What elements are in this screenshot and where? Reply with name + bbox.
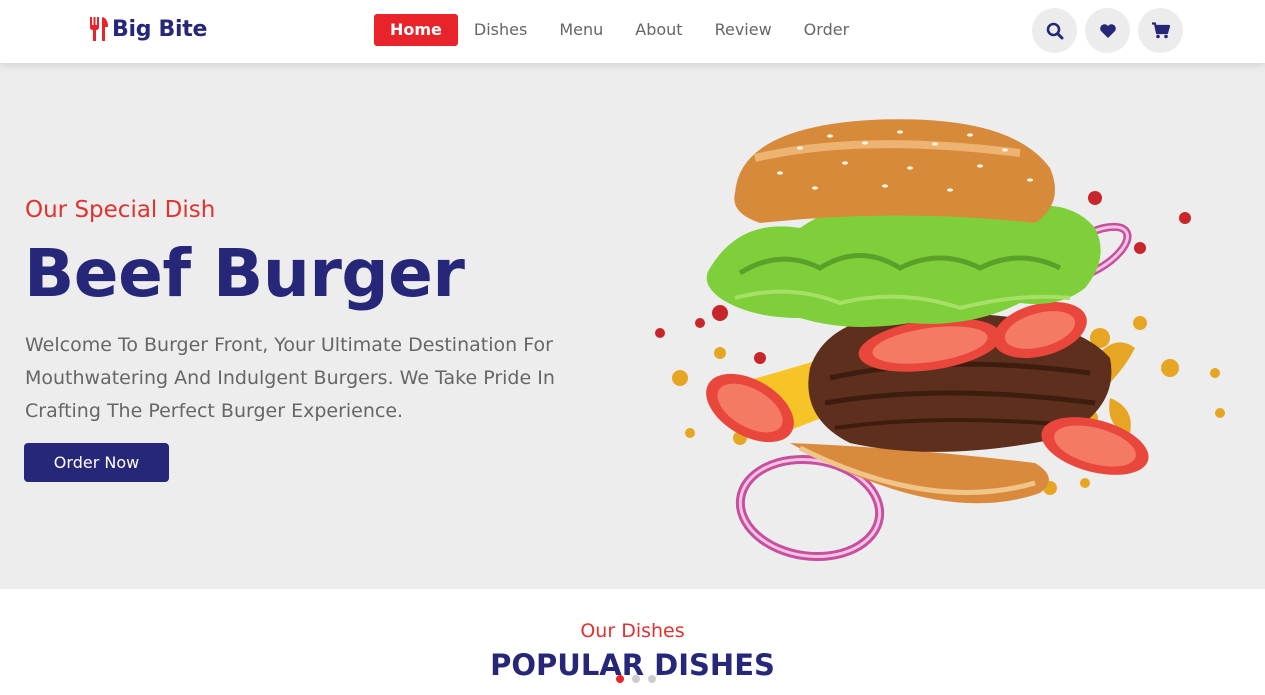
slider-dot[interactable] (616, 675, 624, 683)
slider-dot[interactable] (632, 675, 640, 683)
nav-about[interactable]: About (619, 14, 698, 46)
cart-button[interactable] (1138, 8, 1183, 53)
wishlist-button[interactable] (1085, 8, 1130, 53)
nav-order[interactable]: Order (788, 14, 865, 46)
nav-dishes[interactable]: Dishes (458, 14, 543, 46)
slider-dot[interactable] (648, 675, 656, 683)
main-nav: Home Dishes Menu About Review Order (374, 14, 865, 46)
slider-dots (616, 675, 656, 683)
hero-subtitle: Our Special Dish (25, 197, 216, 223)
nav-menu[interactable]: Menu (543, 14, 619, 46)
nav-review[interactable]: Review (699, 14, 788, 46)
hero-title: Beef Burger (24, 235, 465, 312)
logo[interactable]: Big Bite (88, 16, 207, 42)
nav-home[interactable]: Home (374, 14, 458, 46)
hero-section: Our Special Dish Beef Burger Welcome To … (0, 63, 1265, 589)
order-now-button[interactable]: Order Now (24, 443, 169, 482)
site-header: Big Bite Home Dishes Menu About Review O… (0, 0, 1265, 63)
burger-image (655, 119, 1225, 562)
cart-icon (1152, 22, 1170, 39)
header-actions (1032, 8, 1183, 53)
hero-description: Welcome To Burger Front, Your Ultimate D… (25, 334, 555, 422)
search-icon (1046, 22, 1063, 39)
brand-name: Big Bite (112, 16, 208, 42)
section-subtitle: Our Dishes (580, 620, 685, 642)
search-button[interactable] (1032, 8, 1077, 53)
fork-knife-icon (88, 16, 110, 42)
heart-icon (1099, 23, 1116, 38)
